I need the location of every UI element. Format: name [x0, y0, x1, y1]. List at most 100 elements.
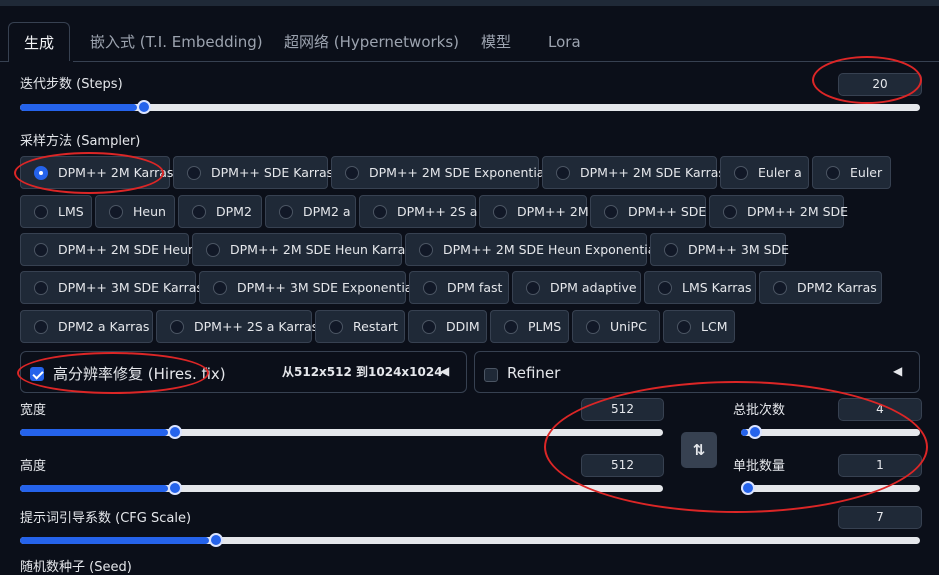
- radio-dot-icon: [170, 320, 184, 334]
- sampler-option[interactable]: DPM++ 2M SDE Heun Exponential: [405, 233, 659, 266]
- sampler-option[interactable]: DPM++ 3M SDE: [650, 233, 789, 266]
- tab-lora[interactable]: Lora: [548, 22, 581, 62]
- sampler-option[interactable]: DPM2 a Karras: [20, 310, 153, 343]
- height-slider-thumb[interactable]: [167, 481, 182, 495]
- sampler-option[interactable]: LCM: [663, 310, 735, 343]
- steps-label: 迭代步数 (Steps): [20, 77, 123, 92]
- cfg-scale-number-input[interactable]: 7: [838, 506, 922, 529]
- sampler-option[interactable]: DPM adaptive: [512, 271, 641, 304]
- radio-dot-icon: [109, 205, 123, 219]
- refiner-checkbox[interactable]: [484, 368, 498, 382]
- sampler-option-label: DPM++ 2M SDE Heun Karras: [230, 242, 412, 257]
- radio-dot-icon: [34, 166, 48, 180]
- sampler-option[interactable]: DDIM: [408, 310, 487, 343]
- height-slider[interactable]: [20, 481, 663, 495]
- sampler-option-label: DPM fast: [447, 280, 503, 295]
- radio-dot-icon: [34, 243, 48, 257]
- sampler-option[interactable]: DPM2 Karras: [759, 271, 882, 304]
- batch-count-slider[interactable]: [741, 425, 920, 439]
- sampler-option[interactable]: DPM2 a: [265, 195, 356, 228]
- tab-hypernetworks[interactable]: 超网络 (Hypernetworks): [284, 22, 459, 62]
- cfg-scale-slider-thumb[interactable]: [209, 533, 223, 547]
- tab-ti-embedding[interactable]: 嵌入式 (T.I. Embedding): [90, 22, 263, 62]
- sampler-option[interactable]: DPM++ 2M SDE: [709, 195, 848, 228]
- batch-size-number-input[interactable]: 1: [838, 454, 922, 477]
- radio-dot-icon: [556, 166, 570, 180]
- radio-dot-icon: [586, 320, 600, 334]
- hires-fix-label: 高分辨率修复 (Hires. fix): [53, 365, 226, 383]
- sampler-option-label: DPM++ 2M SDE Exponential: [369, 165, 548, 180]
- sampler-option[interactable]: DPM fast: [409, 271, 509, 304]
- sampler-option-label: Heun: [133, 204, 166, 219]
- cfg-scale-label: 提示词引导系数 (CFG Scale): [20, 511, 192, 526]
- radio-dot-icon: [723, 205, 737, 219]
- height-number-input[interactable]: 512: [581, 454, 664, 477]
- sampler-option[interactable]: DPM++ 2M Karras: [20, 156, 174, 189]
- sampler-option-label: DPM++ 2M Karras: [58, 165, 174, 180]
- radio-dot-icon: [422, 320, 436, 334]
- batch-count-number-input[interactable]: 4: [838, 398, 922, 421]
- sampler-option[interactable]: Euler: [812, 156, 891, 189]
- sampler-option-label: PLMS: [528, 319, 562, 334]
- radio-dot-icon: [279, 205, 293, 219]
- height-label: 高度: [20, 459, 47, 474]
- sampler-option[interactable]: PLMS: [490, 310, 569, 343]
- radio-dot-icon: [34, 205, 48, 219]
- refiner-collapse-icon[interactable]: ◀: [893, 364, 902, 378]
- sampler-option[interactable]: DPM++ 2M SDE Karras: [542, 156, 725, 189]
- batch-size-slider[interactable]: [741, 481, 920, 495]
- active-tab-gap: [9, 61, 73, 62]
- width-slider[interactable]: [20, 425, 663, 439]
- height-slider-fill: [20, 485, 168, 492]
- sampler-option[interactable]: Restart: [315, 310, 405, 343]
- tab-models[interactable]: 模型: [481, 22, 511, 62]
- sampler-option[interactable]: DPM++ 2S a Karras: [156, 310, 318, 343]
- steps-number-input[interactable]: 20: [838, 73, 922, 96]
- radio-dot-icon: [423, 281, 437, 295]
- sampler-option-label: LMS Karras: [682, 280, 752, 295]
- batch-size-label: 单批数量: [733, 459, 786, 474]
- sampler-option[interactable]: DPM++ SDE: [590, 195, 706, 228]
- sampler-option-label: LCM: [701, 319, 728, 334]
- radio-dot-icon: [604, 205, 618, 219]
- sampler-option[interactable]: DPM++ 2M: [479, 195, 589, 228]
- sampler-option-label: DPM++ 2M SDE Heun Exponential: [443, 242, 659, 257]
- sampler-option[interactable]: DPM++ 2M SDE Heun Karras: [192, 233, 412, 266]
- sampler-option[interactable]: DPM++ SDE Karras: [173, 156, 333, 189]
- cfg-scale-slider[interactable]: [20, 533, 920, 547]
- hires-fix-collapse-icon[interactable]: ◀: [440, 364, 449, 378]
- sampler-option-label: DPM++ 2M SDE: [747, 204, 849, 219]
- width-slider-thumb[interactable]: [167, 425, 182, 439]
- sampler-option[interactable]: DPM++ 3M SDE Karras: [20, 271, 203, 304]
- sampler-option[interactable]: Heun: [95, 195, 175, 228]
- hires-fix-checkbox[interactable]: [30, 367, 44, 381]
- steps-slider[interactable]: [20, 100, 920, 114]
- swap-dimensions-button[interactable]: ⇅: [681, 432, 717, 468]
- steps-slider-thumb[interactable]: [136, 100, 151, 114]
- sampler-option[interactable]: LMS: [20, 195, 92, 228]
- batch-count-slider-thumb[interactable]: [748, 425, 763, 439]
- top-divider: [0, 0, 939, 6]
- batch-size-slider-thumb[interactable]: [741, 481, 755, 495]
- sampler-option[interactable]: LMS Karras: [644, 271, 756, 304]
- tab-underline: [0, 61, 939, 62]
- radio-dot-icon: [345, 166, 359, 180]
- sampler-option[interactable]: Euler a: [720, 156, 809, 189]
- radio-dot-icon: [206, 243, 220, 257]
- sampler-option-label: DPM2: [216, 204, 252, 219]
- sampler-option[interactable]: DPM++ 2M SDE Heun: [20, 233, 196, 266]
- sampler-option[interactable]: DPM++ 2M SDE Exponential: [331, 156, 548, 189]
- sampler-option-label: DPM2 a Karras: [58, 319, 150, 334]
- sampler-option[interactable]: DPM++ 2S a: [359, 195, 477, 228]
- width-number-input[interactable]: 512: [581, 398, 664, 421]
- radio-dot-icon: [826, 166, 840, 180]
- tab-generate[interactable]: 生成: [8, 22, 71, 62]
- sampler-option[interactable]: UniPC: [572, 310, 660, 343]
- sampler-option-label: LMS: [58, 204, 84, 219]
- sampler-option-label: Euler a: [758, 165, 802, 180]
- sampler-option[interactable]: DPM2: [178, 195, 262, 228]
- sampler-option[interactable]: DPM++ 3M SDE Exponential: [199, 271, 416, 304]
- sampler-option-label: DPM++ 2M SDE Karras: [580, 165, 725, 180]
- sampler-option-label: DPM++ SDE: [628, 204, 707, 219]
- steps-slider-fill: [20, 104, 137, 111]
